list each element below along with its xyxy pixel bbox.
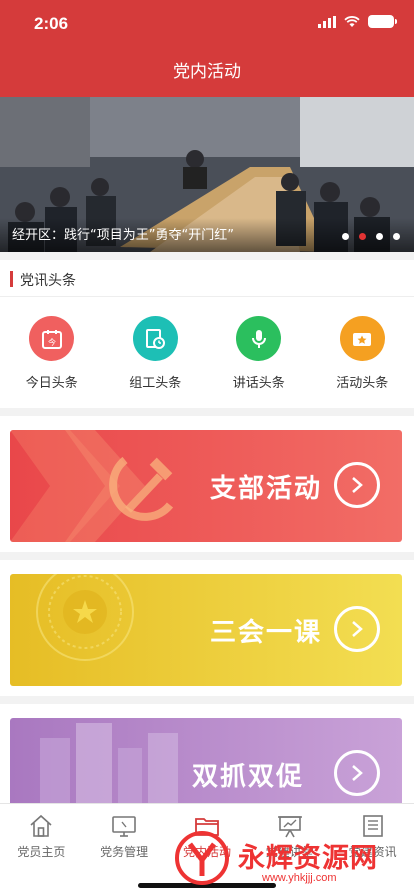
watermark: 永辉资源网 www.yhkjjj.com — [168, 828, 408, 888]
carousel-dot[interactable] — [342, 233, 349, 240]
battery-icon — [368, 15, 397, 28]
status-time: 2:06 — [34, 14, 69, 33]
tab-management[interactable]: 党务管理 — [83, 812, 165, 860]
signal-icon — [318, 15, 336, 28]
watermark-url: www.yhkjjj.com — [262, 872, 337, 884]
status-bar: 2:06 — [0, 0, 414, 48]
page-title: 党内活动 — [173, 62, 241, 82]
carousel-dot[interactable] — [393, 233, 400, 240]
nav-bar: 党内活动 — [0, 48, 414, 97]
card-container: 三会一课 — [0, 560, 414, 696]
news-item-speech[interactable]: 讲话头条 — [219, 316, 299, 391]
monitor-icon — [112, 816, 136, 837]
card-label: 双抓双促 — [192, 762, 305, 792]
chevron-right-icon — [334, 462, 380, 508]
branch-activity-card[interactable]: 支部活动 — [10, 430, 402, 542]
banner-caption-text: 经开区：践行“项目为王”勇夺“开门红” — [12, 228, 234, 243]
news-section: 党讯头条 今 今日头条 组工头条 讲话头条 活动头条 — [0, 260, 414, 408]
star-ticket-icon — [339, 316, 385, 361]
tab-home[interactable]: 党员主页 — [0, 812, 82, 860]
three-meetings-card[interactable]: 三会一课 — [10, 574, 402, 686]
home-icon — [30, 814, 52, 837]
tab-label: 党务管理 — [100, 845, 149, 859]
news-item-activity[interactable]: 活动头条 — [322, 316, 402, 391]
svg-text:今: 今 — [48, 337, 56, 347]
chevron-right-icon — [334, 606, 380, 652]
news-item-label: 讲话头条 — [232, 376, 285, 391]
carousel-dot[interactable] — [359, 233, 366, 240]
card-label: 三会一课 — [210, 618, 323, 648]
watermark-logo-icon — [175, 831, 229, 885]
carousel-indicator[interactable] — [342, 233, 400, 240]
card-container: 支部活动 — [0, 416, 414, 552]
watermark-text: 永辉资源网 — [238, 843, 378, 874]
news-item-organization[interactable]: 组工头条 — [115, 316, 195, 391]
card-container: 双抓双促 — [0, 704, 414, 830]
wifi-icon — [344, 15, 360, 27]
carousel-dot[interactable] — [376, 233, 383, 240]
news-item-label: 组工头条 — [129, 376, 182, 391]
chevron-right-icon — [334, 750, 380, 796]
calendar-icon: 今 — [29, 316, 75, 361]
document-clock-icon — [132, 316, 178, 361]
tab-label: 党员主页 — [17, 845, 66, 859]
news-item-label: 今日头条 — [25, 376, 78, 391]
section-header: 党讯头条 — [0, 260, 414, 297]
status-icons — [318, 15, 397, 28]
section-accent-bar — [10, 271, 13, 287]
microphone-icon — [236, 316, 282, 361]
news-icon-row: 今 今日头条 组工头条 讲话头条 活动头条 — [0, 297, 414, 391]
news-item-today[interactable]: 今 今日头条 — [12, 316, 92, 391]
banner-carousel[interactable]: 经开区：践行“项目为王”勇夺“开门红” — [0, 97, 414, 252]
news-item-label: 活动头条 — [336, 376, 389, 391]
card-label: 支部活动 — [210, 474, 323, 504]
section-title: 党讯头条 — [20, 273, 76, 289]
